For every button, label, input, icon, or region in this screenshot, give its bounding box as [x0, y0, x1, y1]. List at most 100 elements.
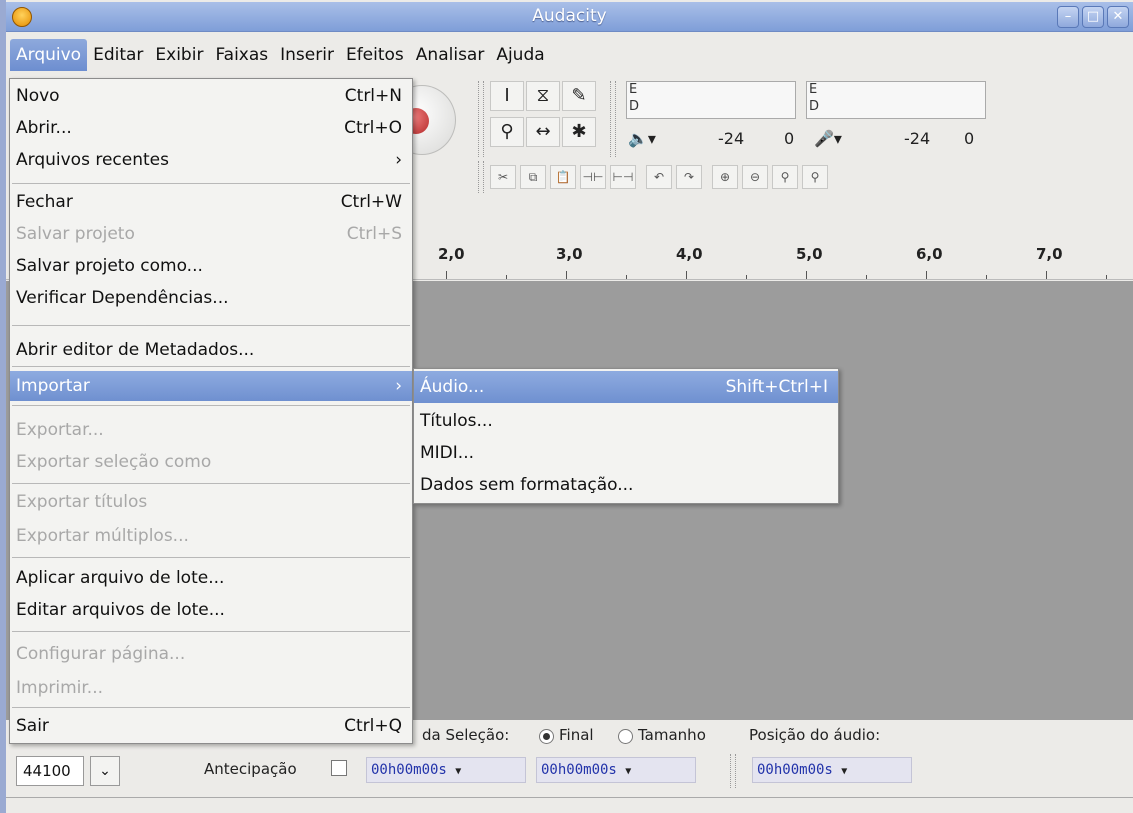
zoom-in-icon[interactable]: ⊕: [712, 165, 738, 189]
menu-item-exportar-multiplos[interactable]: Exportar múltiplos...: [10, 521, 412, 551]
menu-ajuda[interactable]: Ajuda: [490, 39, 550, 71]
record-meter[interactable]: E D: [806, 81, 986, 119]
audio-position-time[interactable]: 00h00m00s ▼: [752, 757, 912, 783]
fit-project-icon[interactable]: ⚲: [802, 165, 828, 189]
menu-item-novo[interactable]: Novo Ctrl+N: [10, 81, 412, 111]
audio-position-label: Posição do áudio:: [749, 726, 881, 744]
menu-item-verificar-dependencias[interactable]: Verificar Dependências...: [10, 283, 412, 313]
menu-item-editor-metadados[interactable]: Abrir editor de Metadados...: [10, 335, 412, 365]
menu-item-fechar[interactable]: Fechar Ctrl+W: [10, 187, 412, 217]
menu-arquivo[interactable]: Arquivo: [10, 39, 88, 71]
time-value: 00h00m00s: [757, 762, 833, 778]
menu-item-abrir[interactable]: Abrir... Ctrl+O: [10, 113, 412, 143]
microphone-icon[interactable]: 🎤▾: [814, 129, 842, 148]
fit-selection-icon[interactable]: ⚲: [772, 165, 798, 189]
menu-item-arquivos-recentes[interactable]: Arquivos recentes ›: [10, 145, 412, 175]
menu-item-imprimir[interactable]: Imprimir...: [10, 673, 412, 703]
menu-item-salvar-projeto[interactable]: Salvar projeto Ctrl+S: [10, 219, 412, 249]
multi-tool-icon[interactable]: ✱: [562, 117, 596, 147]
speaker-icon[interactable]: 🔈▾: [628, 129, 656, 148]
cut-icon[interactable]: ✂: [490, 165, 516, 189]
copy-icon[interactable]: ⧉: [520, 165, 546, 189]
silence-icon[interactable]: ⊢⊣: [610, 165, 636, 189]
menu-separator: [12, 366, 410, 367]
record-scale-min: -24: [904, 129, 931, 148]
ruler-tick: [506, 275, 507, 279]
menu-item-label: Fechar: [16, 192, 73, 212]
submenu-arrow-icon: ›: [395, 150, 402, 170]
minimize-icon[interactable]: –: [1057, 6, 1079, 28]
final-radio[interactable]: [539, 729, 554, 744]
snap-label: Antecipação: [204, 760, 297, 778]
status-bar: [6, 797, 1133, 813]
menu-item-label: Dados sem formatação...: [420, 475, 634, 495]
playback-channel-right: D: [629, 99, 640, 114]
menu-separator: [12, 557, 410, 558]
menu-separator: [12, 483, 410, 484]
close-icon[interactable]: ✕: [1107, 6, 1129, 28]
title-bar[interactable]: Audacity – □ ✕: [6, 2, 1133, 32]
menu-analisar[interactable]: Analisar: [410, 39, 491, 71]
menu-item-label: Editar arquivos de lote...: [16, 600, 225, 620]
menu-item-aplicar-lote[interactable]: Aplicar arquivo de lote...: [10, 563, 412, 593]
toolbar-grip[interactable]: [610, 81, 616, 157]
menu-item-label: Exportar títulos: [16, 492, 148, 512]
menu-item-dados-sem-formatacao[interactable]: Dados sem formatação...: [414, 469, 838, 501]
menu-item-exportar-selecao[interactable]: Exportar seleção como: [10, 447, 412, 477]
menu-item-exportar[interactable]: Exportar...: [10, 415, 412, 445]
snap-checkbox[interactable]: [331, 760, 347, 776]
playback-scale-max: 0: [784, 129, 795, 148]
menu-separator: [12, 631, 410, 632]
ruler-label: 5,0: [796, 245, 823, 263]
menu-item-label: Títulos...: [420, 411, 493, 431]
menu-editar[interactable]: Editar: [87, 39, 149, 71]
undo-icon[interactable]: ↶: [646, 165, 672, 189]
menu-faixas[interactable]: Faixas: [209, 39, 274, 71]
menu-item-audio[interactable]: Áudio... Shift+Ctrl+I: [414, 371, 838, 403]
paste-icon[interactable]: 📋: [550, 165, 576, 189]
zoom-out-icon[interactable]: ⊖: [742, 165, 768, 189]
menu-item-label: Salvar projeto como...: [16, 256, 203, 276]
toolbar-grip[interactable]: [730, 754, 736, 788]
ruler-tick: [446, 271, 447, 279]
menu-item-label: Importar: [16, 376, 90, 396]
time-value: 00h00m00s: [371, 762, 447, 778]
chevron-down-icon[interactable]: ⌄: [90, 756, 120, 786]
menu-item-shortcut: Ctrl+S: [346, 224, 402, 244]
menu-item-titulos[interactable]: Títulos...: [414, 405, 838, 437]
menu-item-importar[interactable]: Importar ›: [10, 371, 412, 401]
trim-icon[interactable]: ⊣⊢: [580, 165, 606, 189]
ruler-tick: [1046, 271, 1047, 279]
zoom-tool-icon[interactable]: ⚲: [490, 117, 524, 147]
maximize-icon[interactable]: □: [1082, 6, 1104, 28]
toolbar-grip[interactable]: [478, 81, 484, 157]
draw-tool-icon[interactable]: ✎: [562, 81, 596, 111]
menu-item-sair[interactable]: Sair Ctrl+Q: [10, 711, 412, 741]
menu-item-exportar-titulos[interactable]: Exportar títulos: [10, 487, 412, 517]
project-rate-field[interactable]: 44100: [16, 756, 84, 786]
playback-meter[interactable]: E D: [626, 81, 796, 119]
selection-end-label: da Seleção:: [422, 726, 510, 744]
selection-end-time[interactable]: 00h00m00s ▼: [536, 757, 696, 783]
menu-item-configurar-pagina[interactable]: Configurar página...: [10, 639, 412, 669]
toolbar-grip[interactable]: [478, 161, 484, 193]
length-radio[interactable]: [618, 729, 633, 744]
timeshift-tool-icon[interactable]: ↔: [526, 117, 560, 147]
selection-tool-icon[interactable]: I: [490, 81, 524, 111]
import-submenu: Áudio... Shift+Ctrl+I Títulos... MIDI... …: [413, 368, 839, 504]
menu-bar: Arquivo Editar Exibir Faixas Inserir Efe…: [6, 33, 1133, 77]
playback-scale-min: -24: [718, 129, 745, 148]
dropdown-arrow-icon: ▼: [455, 766, 462, 777]
menu-item-editar-lote[interactable]: Editar arquivos de lote...: [10, 595, 412, 625]
menu-item-label: Arquivos recentes: [16, 150, 169, 170]
ruler-tick: [806, 271, 807, 279]
menu-item-midi[interactable]: MIDI...: [414, 437, 838, 469]
record-scale-max: 0: [964, 129, 975, 148]
menu-exibir[interactable]: Exibir: [149, 39, 209, 71]
redo-icon[interactable]: ↷: [676, 165, 702, 189]
menu-inserir[interactable]: Inserir: [274, 39, 340, 71]
envelope-tool-icon[interactable]: ⧖: [526, 81, 560, 111]
selection-start-time[interactable]: 00h00m00s ▼: [366, 757, 526, 783]
menu-item-salvar-projeto-como[interactable]: Salvar projeto como...: [10, 251, 412, 281]
menu-efeitos[interactable]: Efeitos: [340, 39, 410, 71]
